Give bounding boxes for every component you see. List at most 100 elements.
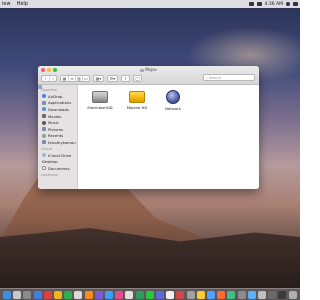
group-icon: ▦▾: [95, 75, 102, 81]
dock-app-icon[interactable]: [115, 290, 124, 299]
dock-app-icon[interactable]: [33, 290, 42, 299]
dock-app-icon[interactable]: [74, 290, 83, 299]
sidebar-item-pictures[interactable]: Pictures: [38, 126, 77, 133]
window-titlebar: Mojav ‹ › ▦ ≡ ▥ ▭ ▦▾ ⚙▾ ⇪ ◯ ⌕ Search: [38, 66, 259, 85]
dock-app-icon[interactable]: [135, 290, 144, 299]
folder-icon: [140, 68, 145, 72]
dock-app-icon[interactable]: [207, 290, 216, 299]
menu-view[interactable]: iew: [2, 1, 11, 7]
view-buttons: ▦ ≡ ▥ ▭: [60, 74, 90, 82]
dock-app-icon[interactable]: [84, 290, 93, 299]
battery-icon[interactable]: [256, 2, 262, 6]
home-icon: [42, 140, 46, 145]
dock-app-icon[interactable]: [166, 290, 175, 299]
downloads-icon: [42, 107, 46, 112]
sidebar-item-label: Downloads: [48, 106, 69, 112]
share-button[interactable]: ⇪: [121, 74, 130, 82]
dock-app-icon[interactable]: [227, 290, 236, 299]
dock-app-icon[interactable]: [43, 290, 52, 299]
icon-view-button[interactable]: ▦: [61, 76, 68, 81]
finder-window: Mojav ‹ › ▦ ≡ ▥ ▭ ▦▾ ⚙▾ ⇪ ◯ ⌕ Search Fav…: [38, 66, 259, 189]
globe-icon: [166, 90, 180, 104]
sidebar-item-label: Applications: [48, 100, 72, 106]
sidebar-item-label: iCloud Drive: [48, 152, 72, 158]
action-button[interactable]: ⚙▾: [107, 74, 118, 82]
sidebar-item-airdrop[interactable]: AirDrop: [38, 93, 77, 100]
dock-app-icon[interactable]: [217, 290, 226, 299]
document-icon: [42, 166, 46, 171]
volume-macintosh-hd[interactable]: MacintoshHD: [82, 91, 118, 110]
nav-buttons: ‹ ›: [41, 74, 57, 82]
sidebar-item-icloud-drive[interactable]: iCloud Drive: [38, 152, 77, 159]
dock-app-icon[interactable]: [186, 290, 195, 299]
hard-disk-icon: [92, 91, 108, 103]
sidebar-item-home[interactable]: timothykamau: [38, 139, 77, 146]
movies-icon: [42, 114, 46, 119]
sidebar-item-music[interactable]: Music: [38, 119, 77, 126]
group-button[interactable]: ▦▾: [93, 74, 104, 82]
airdrop-icon: [42, 94, 46, 99]
recents-icon: [42, 133, 46, 138]
tags-button[interactable]: ◯: [133, 74, 142, 82]
menu-bar: iew Help 4:36 AM: [0, 0, 300, 8]
sidebar-item-label: Recents: [48, 133, 64, 139]
search-field[interactable]: ⌕ Search: [203, 74, 255, 81]
dock-app-icon[interactable]: [23, 290, 32, 299]
sidebar-item-downloads[interactable]: Downloads: [38, 106, 77, 113]
magnifier-icon: ⌕: [206, 75, 208, 80]
search-icon[interactable]: [286, 2, 290, 6]
volume-mojave-hd[interactable]: Mojave HD: [119, 91, 155, 110]
gallery-view-button[interactable]: ▭: [82, 75, 89, 81]
dock-app-icon[interactable]: [247, 290, 256, 299]
desktop-icon: [38, 85, 42, 89]
wifi-icon[interactable]: [248, 2, 254, 6]
cloud-icon: [42, 153, 46, 158]
dock-app-icon[interactable]: [64, 290, 73, 299]
menu-help[interactable]: Help: [17, 1, 28, 7]
list-icon[interactable]: [293, 2, 298, 6]
search-input[interactable]: Search: [209, 76, 221, 80]
dock-app-icon[interactable]: [105, 290, 114, 299]
dock-app-icon[interactable]: [54, 290, 63, 299]
sidebar-item-documents[interactable]: Documents: [38, 165, 77, 172]
sidebar-favorites-header: Favorites: [41, 88, 57, 92]
dock-app-icon[interactable]: [196, 290, 205, 299]
dock-app-icon[interactable]: [94, 290, 103, 299]
sidebar-item-desktop[interactable]: Desktop: [38, 85, 77, 165]
dock-app-icon[interactable]: [237, 290, 246, 299]
dock: [0, 288, 300, 300]
network-item[interactable]: Network: [155, 90, 191, 111]
sidebar: Favorites AirDrop Applications Downloads…: [38, 85, 78, 189]
sidebar-item-label: Documents: [48, 165, 70, 171]
menu-clock[interactable]: 4:36 AM: [265, 2, 284, 7]
sidebar-item-recents[interactable]: Recents: [38, 133, 77, 140]
toolbar: ‹ › ▦ ≡ ▥ ▭ ▦▾ ⚙▾ ⇪ ◯: [41, 73, 142, 83]
forward-button[interactable]: ›: [49, 75, 56, 81]
sidebar-item-movies[interactable]: Movies: [38, 113, 77, 120]
dock-app-icon[interactable]: [176, 290, 185, 299]
column-view-button[interactable]: ▥: [75, 75, 82, 81]
dock-app-icon[interactable]: [278, 290, 287, 299]
dock-app-icon[interactable]: [156, 290, 165, 299]
dock-app-icon[interactable]: [13, 290, 22, 299]
sidebar-item-applications[interactable]: Applications: [38, 100, 77, 107]
dock-app-icon[interactable]: [125, 290, 134, 299]
item-label: Network: [165, 106, 181, 111]
music-icon: [42, 120, 46, 125]
sidebar-item-label: Movies: [48, 113, 62, 119]
back-button[interactable]: ‹: [42, 76, 49, 81]
dock-app-icon[interactable]: [145, 290, 154, 299]
dock-app-icon[interactable]: [268, 290, 277, 299]
pictures-icon: [42, 127, 46, 132]
sidebar-item-label: Desktop: [42, 159, 58, 165]
sidebar-item-label: Pictures: [48, 126, 64, 132]
sidebar-icloud-header: iCloud: [41, 146, 52, 151]
sidebar-item-label: timothykamau: [48, 139, 76, 145]
dock-app-icon[interactable]: [258, 290, 267, 299]
list-view-button[interactable]: ≡: [68, 75, 75, 81]
sidebar-item-label: AirDrop: [48, 93, 63, 99]
dock-app-icon[interactable]: [3, 290, 11, 299]
sidebar-item-label: Music: [48, 120, 59, 126]
dock-app-icon[interactable]: [288, 290, 297, 299]
tag-icon: ◯: [135, 75, 140, 81]
